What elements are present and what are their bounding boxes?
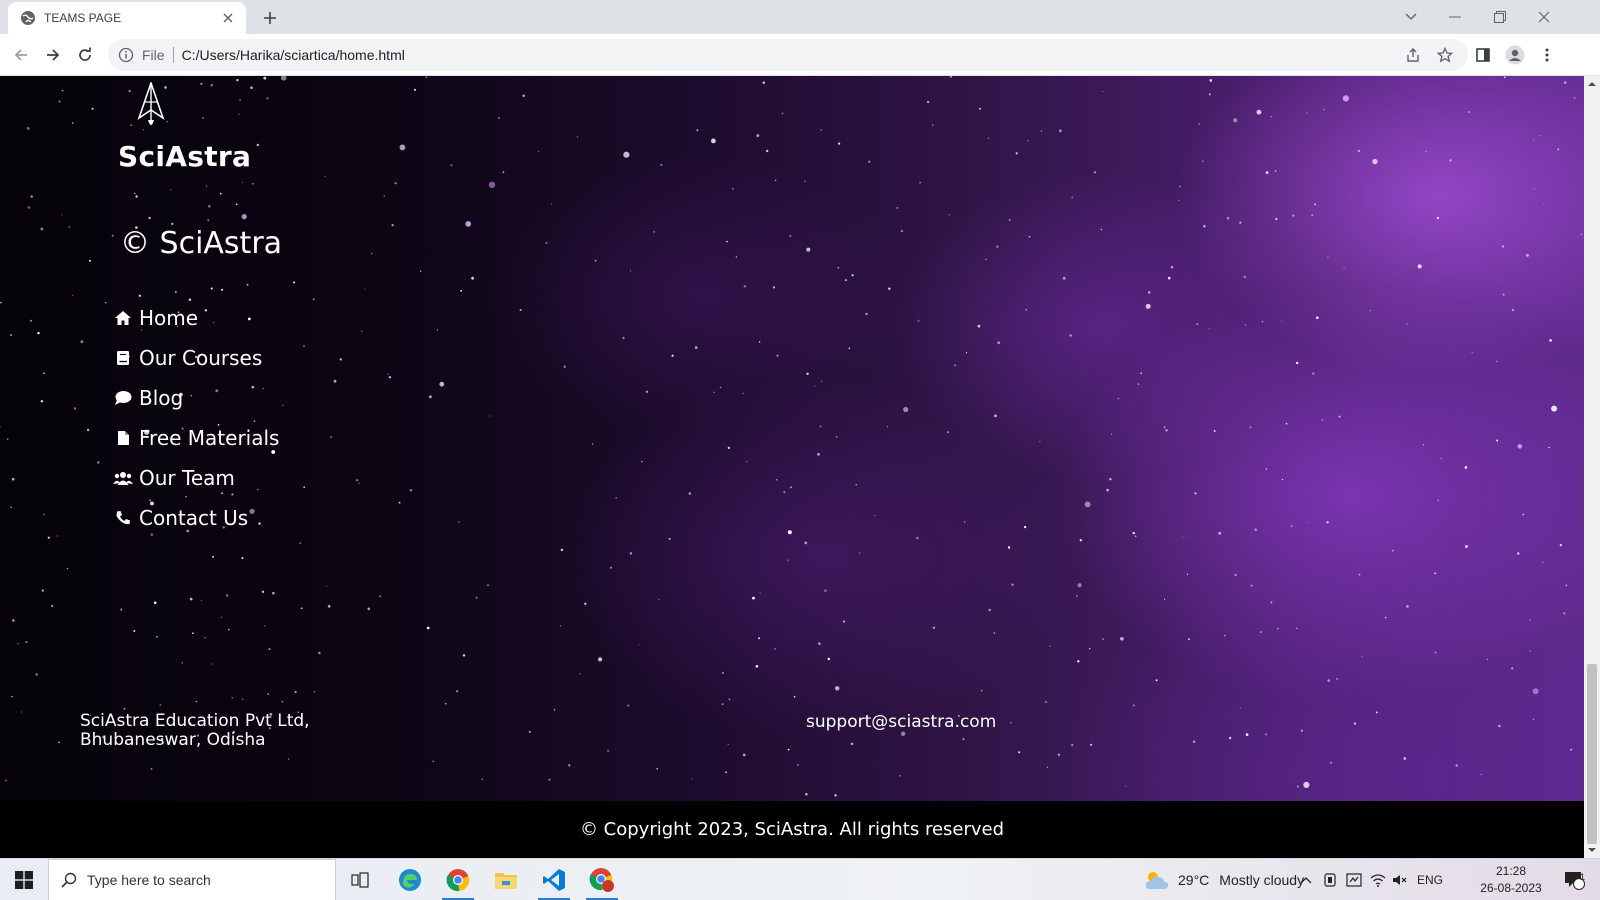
nav-item-our-team[interactable]: Our Team bbox=[113, 458, 279, 498]
rocket-logo-icon[interactable] bbox=[130, 82, 172, 130]
footer-nav: Home Our Courses Blog Free Materials Our… bbox=[113, 298, 279, 538]
taskbar-file-explorer[interactable] bbox=[482, 859, 530, 900]
new-tab-button[interactable] bbox=[258, 6, 282, 30]
weather-description: Mostly cloudy bbox=[1219, 872, 1305, 888]
info-icon[interactable] bbox=[118, 47, 134, 63]
search-icon bbox=[61, 872, 77, 888]
back-button[interactable] bbox=[8, 42, 34, 68]
chrome-profile-icon bbox=[589, 868, 614, 892]
url-text[interactable]: C:/Users/Harika/sciartica/home.html bbox=[182, 47, 405, 63]
brand-name[interactable]: SciAstra bbox=[118, 140, 251, 173]
scrollbar-thumb[interactable] bbox=[1587, 664, 1597, 844]
tab-strip: TEAMS PAGE bbox=[0, 0, 1600, 34]
nav-item-contact[interactable]: Contact Us bbox=[113, 498, 279, 538]
share-icon[interactable] bbox=[1400, 42, 1426, 68]
taskbar-chrome[interactable] bbox=[434, 859, 482, 900]
support-email-link[interactable]: support@sciastra.com bbox=[806, 712, 996, 732]
close-window-button[interactable] bbox=[1521, 4, 1567, 30]
book-icon bbox=[113, 348, 133, 368]
folder-icon bbox=[495, 873, 517, 889]
phone-icon bbox=[113, 508, 133, 528]
edge-icon bbox=[399, 869, 421, 891]
browser-toolbar: File C:/Users/Harika/sciartica/home.html bbox=[0, 34, 1600, 76]
nav-item-free-materials[interactable]: Free Materials bbox=[113, 418, 279, 458]
taskbar-vscode[interactable] bbox=[530, 859, 578, 900]
nav-label-contact: Contact Us bbox=[139, 506, 249, 530]
home-icon bbox=[113, 308, 133, 328]
nav-item-courses[interactable]: Our Courses bbox=[113, 338, 279, 378]
cloudy-weather-icon bbox=[1146, 872, 1169, 889]
search-placeholder: Type here to search bbox=[87, 872, 211, 888]
page-viewport: SciAstra © SciAstra Home Our Courses Blo… bbox=[0, 76, 1584, 858]
nav-item-home[interactable]: Home bbox=[113, 298, 279, 338]
reload-button[interactable] bbox=[72, 42, 98, 68]
address-line-2: Bhubaneswar, Odisha bbox=[80, 730, 266, 750]
volume-muted-icon[interactable] bbox=[1390, 859, 1410, 900]
taskbar-edge[interactable] bbox=[386, 859, 434, 900]
taskbar-search-box[interactable]: Type here to search bbox=[48, 859, 336, 900]
close-tab-icon[interactable] bbox=[220, 10, 236, 26]
comment-icon bbox=[113, 388, 133, 408]
task-view-icon bbox=[351, 872, 369, 888]
address-line-1: SciAstra Education Pvt Ltd, bbox=[80, 711, 310, 731]
nav-label-courses: Our Courses bbox=[139, 346, 263, 370]
footer-copyright-text: © Copyright 2023, SciAstra. All rights r… bbox=[579, 819, 1005, 840]
profile-avatar-icon[interactable] bbox=[1502, 42, 1528, 68]
task-view-button[interactable] bbox=[336, 859, 384, 900]
nav-item-blog[interactable]: Blog bbox=[113, 378, 279, 418]
users-icon bbox=[113, 468, 133, 488]
battery-icon[interactable] bbox=[1344, 859, 1364, 900]
minimize-button[interactable] bbox=[1432, 4, 1478, 30]
side-panel-icon[interactable] bbox=[1470, 42, 1496, 68]
weather-temperature: 29°C bbox=[1178, 872, 1210, 888]
scheme-label: File bbox=[142, 47, 165, 63]
windows-taskbar: Type here to search 29°C Mostly cloudy E… bbox=[0, 858, 1600, 900]
vscode-icon bbox=[543, 869, 565, 891]
system-clock[interactable]: 21:28 26-08-2023 bbox=[1478, 863, 1544, 897]
nav-label-our-team: Our Team bbox=[139, 466, 235, 490]
page-scrollbar[interactable] bbox=[1584, 76, 1600, 858]
browser-tab[interactable]: TEAMS PAGE bbox=[8, 2, 246, 34]
language-indicator[interactable]: ENG bbox=[1414, 859, 1446, 900]
omnibox-divider bbox=[172, 47, 174, 63]
nav-label-blog: Blog bbox=[139, 386, 184, 410]
clock-date: 26-08-2023 bbox=[1480, 881, 1542, 895]
taskbar-chrome-profile[interactable] bbox=[578, 859, 626, 900]
bookmark-star-icon[interactable] bbox=[1432, 42, 1458, 68]
notification-center-button[interactable]: 1 bbox=[1554, 859, 1594, 900]
forward-button[interactable] bbox=[40, 42, 66, 68]
notification-count: 1 bbox=[1580, 872, 1586, 882]
globe-icon bbox=[21, 11, 35, 25]
copyright-heading: © SciAstra bbox=[120, 226, 283, 261]
copyright-footer: © Copyright 2023, SciAstra. All rights r… bbox=[0, 801, 1584, 858]
start-button[interactable] bbox=[0, 859, 48, 900]
nav-label-home: Home bbox=[139, 306, 199, 330]
scroll-up-arrow-icon[interactable] bbox=[1588, 80, 1596, 88]
file-icon bbox=[113, 428, 133, 448]
wifi-icon[interactable] bbox=[1368, 859, 1388, 900]
tab-search-chevron-icon[interactable] bbox=[1388, 4, 1434, 30]
restore-button[interactable] bbox=[1477, 4, 1523, 30]
company-address: SciAstra Education Pvt Ltd, Bhubaneswar,… bbox=[80, 712, 310, 750]
chrome-icon bbox=[446, 869, 470, 892]
scroll-down-arrow-icon[interactable] bbox=[1588, 846, 1596, 854]
windows-logo-icon bbox=[15, 871, 33, 889]
address-bar[interactable]: File C:/Users/Harika/sciartica/home.html bbox=[108, 39, 1468, 71]
meet-now-icon[interactable] bbox=[1320, 859, 1340, 900]
clock-time: 21:28 bbox=[1495, 864, 1527, 878]
show-hidden-icons-chevron-icon[interactable] bbox=[1296, 859, 1316, 900]
nav-label-free-materials: Free Materials bbox=[139, 426, 280, 450]
weather-widget[interactable]: 29°C Mostly cloudy bbox=[1144, 859, 1304, 900]
browser-menu-icon[interactable] bbox=[1534, 42, 1560, 68]
tab-title: TEAMS PAGE bbox=[44, 11, 122, 25]
